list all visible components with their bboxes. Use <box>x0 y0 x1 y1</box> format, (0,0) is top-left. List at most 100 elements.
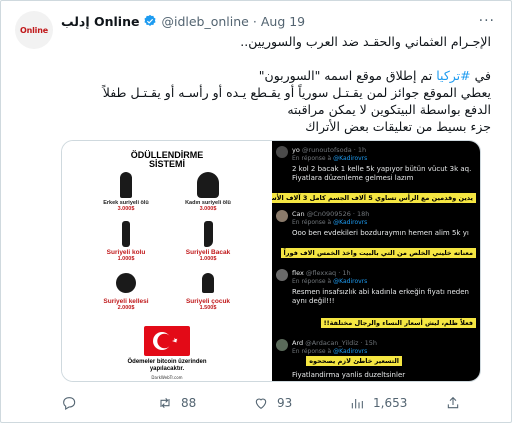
poster-footer: Ödemeler bitcoin üzerinden yapılacaktır. <box>62 359 272 373</box>
reply-icon <box>63 397 76 410</box>
reply-handle: @runoutofsoda · 1h <box>301 146 367 154</box>
poster-cell-1: Erkek suriyeli ölü 3.000$ <box>86 172 166 212</box>
reply-handle: @Cn0909526 · 18h <box>306 210 370 218</box>
verified-badge-icon <box>144 14 157 26</box>
tweet-media[interactable]: ÖDÜLLENDİRME SİSTEMİ Erkek suriyeli ölü … <box>61 140 481 382</box>
author-name[interactable]: إدلب Online <box>61 14 139 29</box>
avatar <box>276 269 288 281</box>
views-chart-icon <box>351 399 363 409</box>
reply-mention: @Kadirovrs <box>333 219 368 226</box>
reply-header: Ard @Ardacan_Yildiz · 15h <box>292 339 377 347</box>
reply-author-name: yo <box>292 146 300 154</box>
poster-cell-value: 3.000$ <box>199 206 217 212</box>
man-silhouette-icon <box>120 172 132 198</box>
poster-footer-line-2: yapılacaktır. <box>149 366 185 372</box>
tweet-card[interactable]: Online إدلب Online @idleb_online · Aug 1… <box>0 0 512 423</box>
poster-cell-6: Suriyeli çocuk 1.500$ <box>168 270 248 311</box>
reply-body: 2 kol 2 bacak 1 kelle 5k yapıyor bütün v… <box>292 165 472 182</box>
reply-author-name: Can <box>292 210 305 218</box>
reply-context: En réponse à @Kadirovrs <box>292 278 367 285</box>
tweet-text-line-2: في #تركيا تم إطلاق موقع اسمه "السوربون" <box>61 67 491 84</box>
poster-cell-label: Suriyeli kolu <box>106 249 146 256</box>
reply-header: yo @runoutofsoda · 1h <box>292 146 366 154</box>
poster-cell-2: Kadın suriyeli ölü 3.000$ <box>168 172 248 212</box>
share-icon <box>447 396 459 409</box>
reply-prefix: En réponse à <box>292 348 334 355</box>
tweet-date[interactable]: Aug 19 <box>261 14 305 29</box>
heart-icon <box>255 398 267 409</box>
reply-mention: @Kadirovrs <box>333 348 368 355</box>
translation-highlight: فعلاً ظلم، ليش أسعار النساء والرجال مختل… <box>320 318 476 328</box>
poster-url: DarkWebTr.com <box>151 375 183 380</box>
reply-prefix: En réponse à <box>292 278 334 285</box>
poster-cell-4: Suriyeli Bacak 1.000$ <box>168 221 248 262</box>
translation-highlight: التسعير خاطئ لازم يصححوه <box>306 356 402 366</box>
more-options-icon[interactable]: ··· <box>479 13 495 29</box>
translation-highlight: يدين وقدمين مع الرأس تساوي 5 آلاف الجسم … <box>272 193 476 203</box>
reply-header: flex @flexxaq · 1h <box>292 269 351 277</box>
poster-title: ÖDÜLLENDİRME SİSTEMİ <box>62 151 272 169</box>
like-count: 93 <box>277 396 293 410</box>
poster-cell-5: Suriyeli kellesi 2.000$ <box>86 270 166 311</box>
arm-silhouette-icon <box>122 221 130 247</box>
author-handle[interactable]: @idleb_online <box>161 14 248 29</box>
turkish-flag-icon <box>144 326 190 356</box>
translation-highlight: معناته خليني الخلص من التي بالبيت واخذ ا… <box>280 248 476 258</box>
avatar <box>276 146 288 158</box>
tweet-text-line-1: الإجـرام العثماني والحقـد ضد العرب والسو… <box>240 34 491 49</box>
reply-mention: @Kadirovrs <box>333 278 368 285</box>
reply-button[interactable] <box>61 395 157 411</box>
retweet-count: 88 <box>181 396 197 410</box>
poster-cell-value: 1.500$ <box>199 305 217 311</box>
reply-prefix: En réponse à <box>292 155 334 162</box>
reply-handle: @flexxaq · 1h <box>305 269 351 277</box>
share-button[interactable] <box>445 395 461 411</box>
replies-screenshot-image[interactable]: yo @runoutofsoda · 1h En réponse à @Kadi… <box>272 141 480 381</box>
view-count: 1,653 <box>373 396 408 410</box>
avatar[interactable]: Online <box>15 11 53 49</box>
tweet-actions: 88 93 1,653 <box>61 393 491 413</box>
tweet-text-line-4: الدفع بواسطة البيتكوين لا يمكن مراقبته <box>287 102 491 117</box>
tweet-text-prefix: في <box>470 68 491 83</box>
reply-context: En réponse à @Kadirovrs <box>292 155 367 162</box>
leg-silhouette-icon <box>203 221 213 247</box>
reply-mention: @Kadirovrs <box>333 155 368 162</box>
poster-cell-label: Suriyeli Bacak <box>185 249 231 256</box>
poster-cell-3: Suriyeli kolu 1.000$ <box>86 221 166 262</box>
reply-body: Fiyatlandirma yanlis duzeltsinler <box>292 371 406 379</box>
poster-cell-value: 3.000$ <box>117 206 135 212</box>
avatar-logo-text: Online <box>20 25 48 35</box>
retweet-icon <box>160 397 170 409</box>
reply-author-name: flex <box>292 269 304 277</box>
reply-context: En réponse à @Kadirovrs <box>292 348 367 355</box>
tweet-text-line-3: يعطي الموقع جوائز لمن يقـتـل سورياً أو ي… <box>102 85 491 100</box>
avatar <box>276 210 288 222</box>
reply-prefix: En réponse à <box>292 219 334 226</box>
reply-author-name: Ard <box>292 339 304 347</box>
avatar <box>276 339 288 351</box>
poster-cell-value: 2.000$ <box>117 305 135 311</box>
reply-context: En réponse à @Kadirovrs <box>292 219 367 226</box>
views-button[interactable]: 1,653 <box>349 395 445 411</box>
poster-cell-label: Suriyeli kellesi <box>103 298 149 305</box>
skull-icon <box>116 273 136 293</box>
hashtag-link[interactable]: #تركيا <box>436 68 470 83</box>
reply-body: Resmen insafsızlık abi kadınla erkeğin f… <box>292 288 469 305</box>
tweet-header: إدلب Online @idleb_online · Aug 19 <box>61 10 471 32</box>
child-silhouette-icon <box>202 273 214 293</box>
reply-handle: @Ardacan_Yildiz · 15h <box>305 339 378 347</box>
tweet-text-suffix: تم إطلاق موقع اسمه "السوربون" <box>258 68 437 83</box>
poster-footer-line-1: Ödemeler bitcoin üzerinden <box>127 359 207 365</box>
veiled-woman-silhouette-icon <box>197 172 219 198</box>
poster-title-line-2: SİSTEMİ <box>148 159 185 169</box>
reward-poster-image[interactable]: ÖDÜLLENDİRME SİSTEMİ Erkek suriyeli ölü … <box>62 141 272 381</box>
retweet-button[interactable]: 88 <box>157 395 253 411</box>
poster-cell-value: 1.000$ <box>199 256 217 262</box>
reply-body: Ooo ben evdekileri bozduraymın hemen ali… <box>292 229 469 237</box>
separator-dot: · <box>252 13 257 29</box>
like-button[interactable]: 93 <box>253 395 349 411</box>
poster-cell-value: 1.000$ <box>117 256 135 262</box>
tweet-text-line-5: جزء بسيط من تعليقات بعض الأتراك <box>305 119 491 134</box>
poster-cell-label: Suriyeli çocuk <box>185 298 231 305</box>
reply-header: Can @Cn0909526 · 18h <box>292 210 369 218</box>
